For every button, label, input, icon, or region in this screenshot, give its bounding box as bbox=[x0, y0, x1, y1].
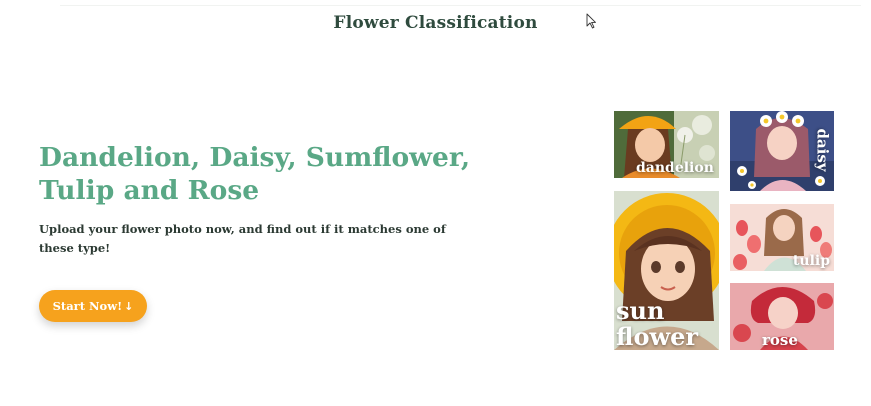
dandelion-label: dandelion bbox=[636, 160, 714, 176]
top-divider bbox=[60, 5, 861, 6]
mouse-cursor-icon bbox=[586, 13, 596, 29]
sunflower-label-line2: flower bbox=[616, 322, 699, 350]
hero-heading: Dandelion, Daisy, Sumflower, Tulip and R… bbox=[39, 142, 471, 206]
site-title: Flower Classification bbox=[333, 13, 538, 33]
arrow-down-icon: ↓ bbox=[124, 299, 134, 313]
sunflower-card[interactable]: sun flower bbox=[614, 191, 719, 350]
dandelion-card[interactable]: dandelion bbox=[614, 111, 719, 178]
sunflower-label-line1: sun bbox=[616, 296, 665, 325]
rose-card[interactable]: rose bbox=[730, 283, 834, 350]
daisy-label: daisy bbox=[813, 128, 832, 172]
tulip-card[interactable]: tulip bbox=[730, 204, 834, 271]
daisy-card[interactable]: daisy bbox=[730, 111, 834, 191]
start-now-button[interactable]: Start Now! ↓ bbox=[39, 290, 147, 322]
tulip-label: tulip bbox=[792, 253, 830, 269]
start-now-label: Start Now! bbox=[52, 299, 123, 313]
sunflower-label: sun flower bbox=[616, 298, 698, 350]
hero-subtitle: Upload your flower photo now, and find o… bbox=[39, 222, 446, 255]
rose-label: rose bbox=[762, 331, 798, 349]
